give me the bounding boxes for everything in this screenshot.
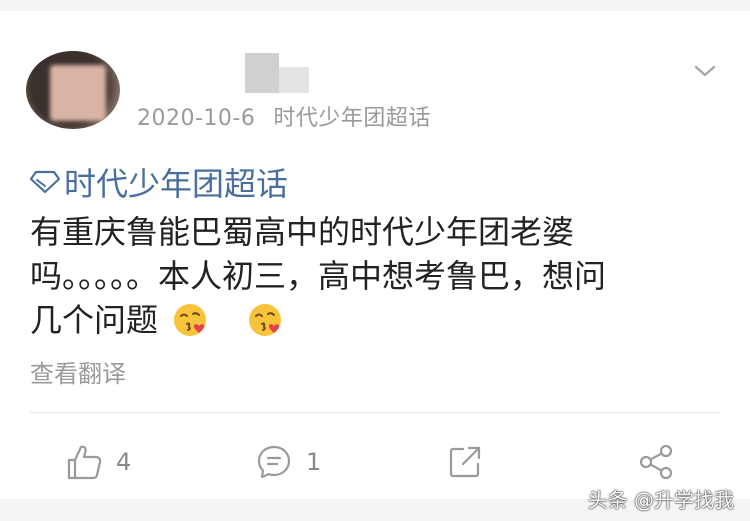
post-source[interactable]: 时代少年团超话 [273,106,431,131]
translate-link[interactable]: 查看翻译 [30,354,126,389]
post-text-line-last: 几个问题 [30,298,730,342]
post-text-line: 吗。。。。。本人初三，高中想考鲁巴，想问 [30,257,607,295]
action-bar: 4 1 [0,437,750,487]
post-text: 有重庆鲁能巴蜀高中的时代少年团老婆 吗。。。。。本人初三，高中想考鲁巴，想问 几… [30,210,730,342]
divider [30,412,720,413]
chevron-down-icon[interactable] [693,59,717,83]
post-date: 2020-10-6 [137,106,256,131]
comment-button[interactable]: 1 [256,437,321,487]
avatar[interactable] [26,51,120,129]
post-card: 2020-10-6 时代少年团超话 时代少年团超话 有重庆鲁能巴蜀高中的时代少年团… [0,11,750,499]
share-nodes-icon [639,444,673,480]
post-text-line: 几个问题 [30,301,159,339]
username-redacted[interactable] [245,53,279,93]
kissing-heart-emoji-icon [174,304,207,336]
watermark: 头条 @升学找我 [587,488,734,512]
share-external-button[interactable] [447,437,483,487]
topic-label: 时代少年团超话 [64,165,289,203]
comment-count: 1 [306,448,322,476]
like-button[interactable]: 4 [66,437,131,487]
external-link-icon [449,446,481,478]
topic-link[interactable]: 时代少年团超话 [30,162,289,203]
kissing-heart-emoji-icon [248,304,281,336]
diamond-icon [30,170,60,194]
comment-icon [257,445,291,479]
post-meta: 2020-10-6 时代少年团超话 [137,100,431,132]
like-count: 4 [116,448,132,476]
thumbs-up-icon [67,445,102,480]
share-button[interactable] [638,437,676,487]
post-text-line: 有重庆鲁能巴蜀高中的时代少年团老婆 [30,213,575,251]
username-redacted-tail [279,67,309,93]
